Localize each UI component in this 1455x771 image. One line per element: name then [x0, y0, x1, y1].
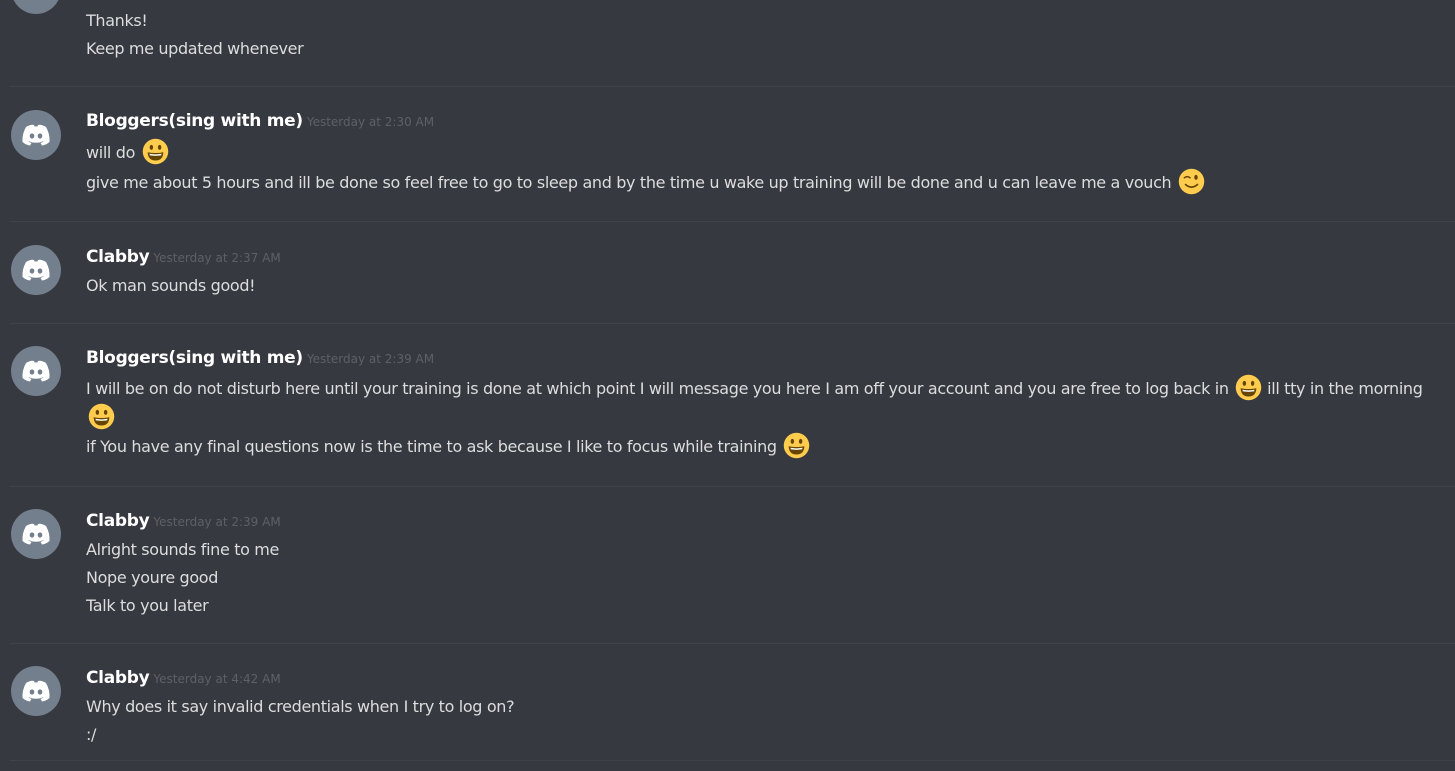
message-text: I will be on do not disturb here until y…: [86, 374, 1435, 432]
message-divider: [10, 323, 1455, 324]
timestamp[interactable]: Yesterday at 2:39 AM: [153, 515, 280, 529]
discord-logo-icon: [22, 360, 50, 382]
avatar[interactable]: [11, 0, 61, 14]
username[interactable]: Bloggers(sing with me): [86, 348, 303, 368]
composer-divider: [10, 760, 1455, 761]
message-text: Ok man sounds good!: [86, 276, 256, 295]
message-divider: [10, 643, 1455, 644]
message-text: Talk to you later: [86, 596, 209, 615]
message-text: if You have any final questions now is t…: [86, 432, 1435, 461]
timestamp[interactable]: Yesterday at 2:39 AM: [307, 352, 434, 366]
grinning-face-emoji-icon: [784, 432, 810, 459]
winking-face-emoji-icon: [1178, 168, 1205, 195]
message-header: Clabby Yesterday at 2:39 AM: [86, 511, 281, 531]
message-text: Thanks!: [86, 11, 148, 30]
message-text: Nope youre good: [86, 568, 219, 587]
avatar[interactable]: [11, 666, 61, 716]
message-divider: [10, 486, 1455, 487]
grinning-face-emoji-icon: [88, 403, 115, 430]
grinning-face-emoji-icon: [1236, 374, 1262, 401]
message-text: Alright sounds fine to me: [86, 540, 280, 559]
chat-messages: Thanks! Keep me updated whenever Blogger…: [0, 0, 1455, 771]
username[interactable]: Clabby: [86, 511, 150, 531]
message-text: give me about 5 hours and ill be done so…: [86, 168, 1435, 197]
discord-logo-icon: [22, 523, 50, 545]
timestamp[interactable]: Yesterday at 2:37 AM: [153, 251, 280, 265]
username[interactable]: Bloggers(sing with me): [86, 111, 303, 131]
message-header: Bloggers(sing with me) Yesterday at 2:30 …: [86, 111, 434, 131]
scroll-cutoff: [0, 761, 1455, 771]
message-text-span: give me about 5 hours and ill be done so…: [86, 173, 1172, 192]
username[interactable]: Clabby: [86, 247, 150, 267]
discord-logo-icon: [22, 124, 50, 146]
message-header: Clabby Yesterday at 4:42 AM: [86, 668, 281, 688]
avatar[interactable]: [11, 245, 61, 295]
message-text: :/: [86, 725, 97, 744]
message-text-span: ill tty in the morning: [1267, 379, 1423, 398]
discord-logo-icon: [22, 680, 50, 702]
discord-logo-icon: [22, 259, 50, 281]
timestamp[interactable]: Yesterday at 4:42 AM: [153, 672, 280, 686]
message-text: Why does it say invalid credentials when…: [86, 697, 515, 716]
message-divider: [10, 221, 1455, 222]
message-header: Clabby Yesterday at 2:37 AM: [86, 247, 281, 267]
message-text-span: if You have any final questions now is t…: [86, 437, 777, 456]
grinning-face-emoji-icon: [142, 138, 169, 165]
message-text-span: I will be on do not disturb here until y…: [86, 379, 1229, 398]
message-text-span: will do: [86, 143, 136, 162]
timestamp[interactable]: Yesterday at 2:30 AM: [307, 115, 434, 129]
message-header: Bloggers(sing with me) Yesterday at 2:39 …: [86, 348, 434, 368]
message-text: Keep me updated whenever: [86, 39, 304, 58]
message-divider: [10, 86, 1455, 87]
username[interactable]: Clabby: [86, 668, 150, 688]
message-text: will do: [86, 138, 1435, 167]
avatar[interactable]: [11, 509, 61, 559]
avatar[interactable]: [11, 110, 61, 160]
avatar[interactable]: [11, 346, 61, 396]
